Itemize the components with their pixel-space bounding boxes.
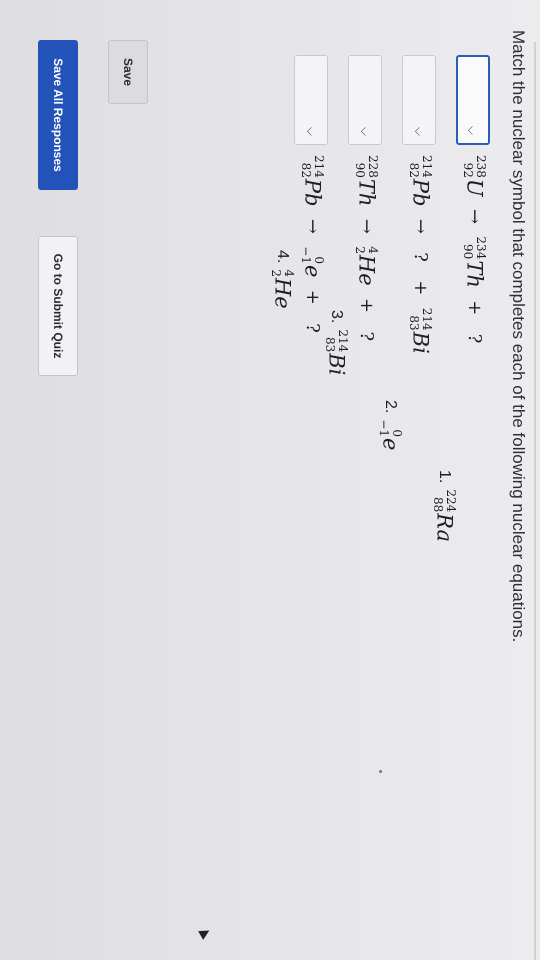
answer-dropdown-2[interactable]: ⌵	[402, 55, 436, 145]
nuclide: 214 83 Bi	[407, 307, 435, 354]
answer-options: 1. 224 88 Ra 2. 0 −1 e 3. 214 83 Bi 4. 4 2 He	[270, 250, 459, 730]
save-all-responses-button[interactable]: Save All Responses	[38, 40, 78, 190]
chevron-down-icon: ⌵	[358, 126, 372, 136]
equation-2: 214 82 Pb → ? + 214 83 Bi	[407, 155, 435, 354]
nuclide: 214 82 Pb	[299, 155, 327, 207]
answer-option-4: 4. 4 2 He	[269, 250, 297, 309]
equation-1: 238 92 U → 234 90 Th + ?	[461, 155, 489, 344]
answer-dropdown-4[interactable]: ⌵	[294, 55, 328, 145]
mouse-cursor-icon	[198, 926, 212, 940]
question-instruction: Match the nuclear symbol that completes …	[509, 30, 528, 643]
quiz-page: Match the nuclear symbol that completes …	[0, 0, 540, 960]
equation-3: 228 90 Th → 4 2 He + ?	[353, 155, 381, 342]
nuclide: 214 82 Pb	[407, 155, 435, 207]
nuclide: 228 90 Th	[353, 155, 381, 207]
answer-option-2: 2. 0 −1 e	[377, 400, 405, 451]
chevron-down-icon: ⌵	[465, 125, 479, 135]
nuclide: 234 90 Th	[461, 236, 489, 288]
chevron-down-icon: ⌵	[412, 126, 426, 136]
screen-speck	[379, 770, 382, 773]
save-button[interactable]: Save	[108, 40, 148, 104]
nuclide: 238 92 U	[461, 155, 489, 197]
answer-dropdown-3[interactable]: ⌵	[348, 55, 382, 145]
chevron-down-icon: ⌵	[304, 126, 318, 136]
top-divider	[534, 42, 536, 960]
go-to-submit-quiz-button[interactable]: Go to Submit Quiz	[38, 236, 78, 376]
answer-option-3: 3. 214 83 Bi	[323, 310, 351, 376]
answer-dropdown-1[interactable]: ⌵	[456, 55, 490, 145]
nuclide: 4 2 He	[353, 246, 381, 286]
equation-4: 214 82 Pb → 0 −1 e + ?	[299, 155, 327, 333]
nuclide: 0 −1 e	[299, 246, 327, 278]
answer-option-1: 1. 224 88 Ra	[431, 470, 459, 543]
